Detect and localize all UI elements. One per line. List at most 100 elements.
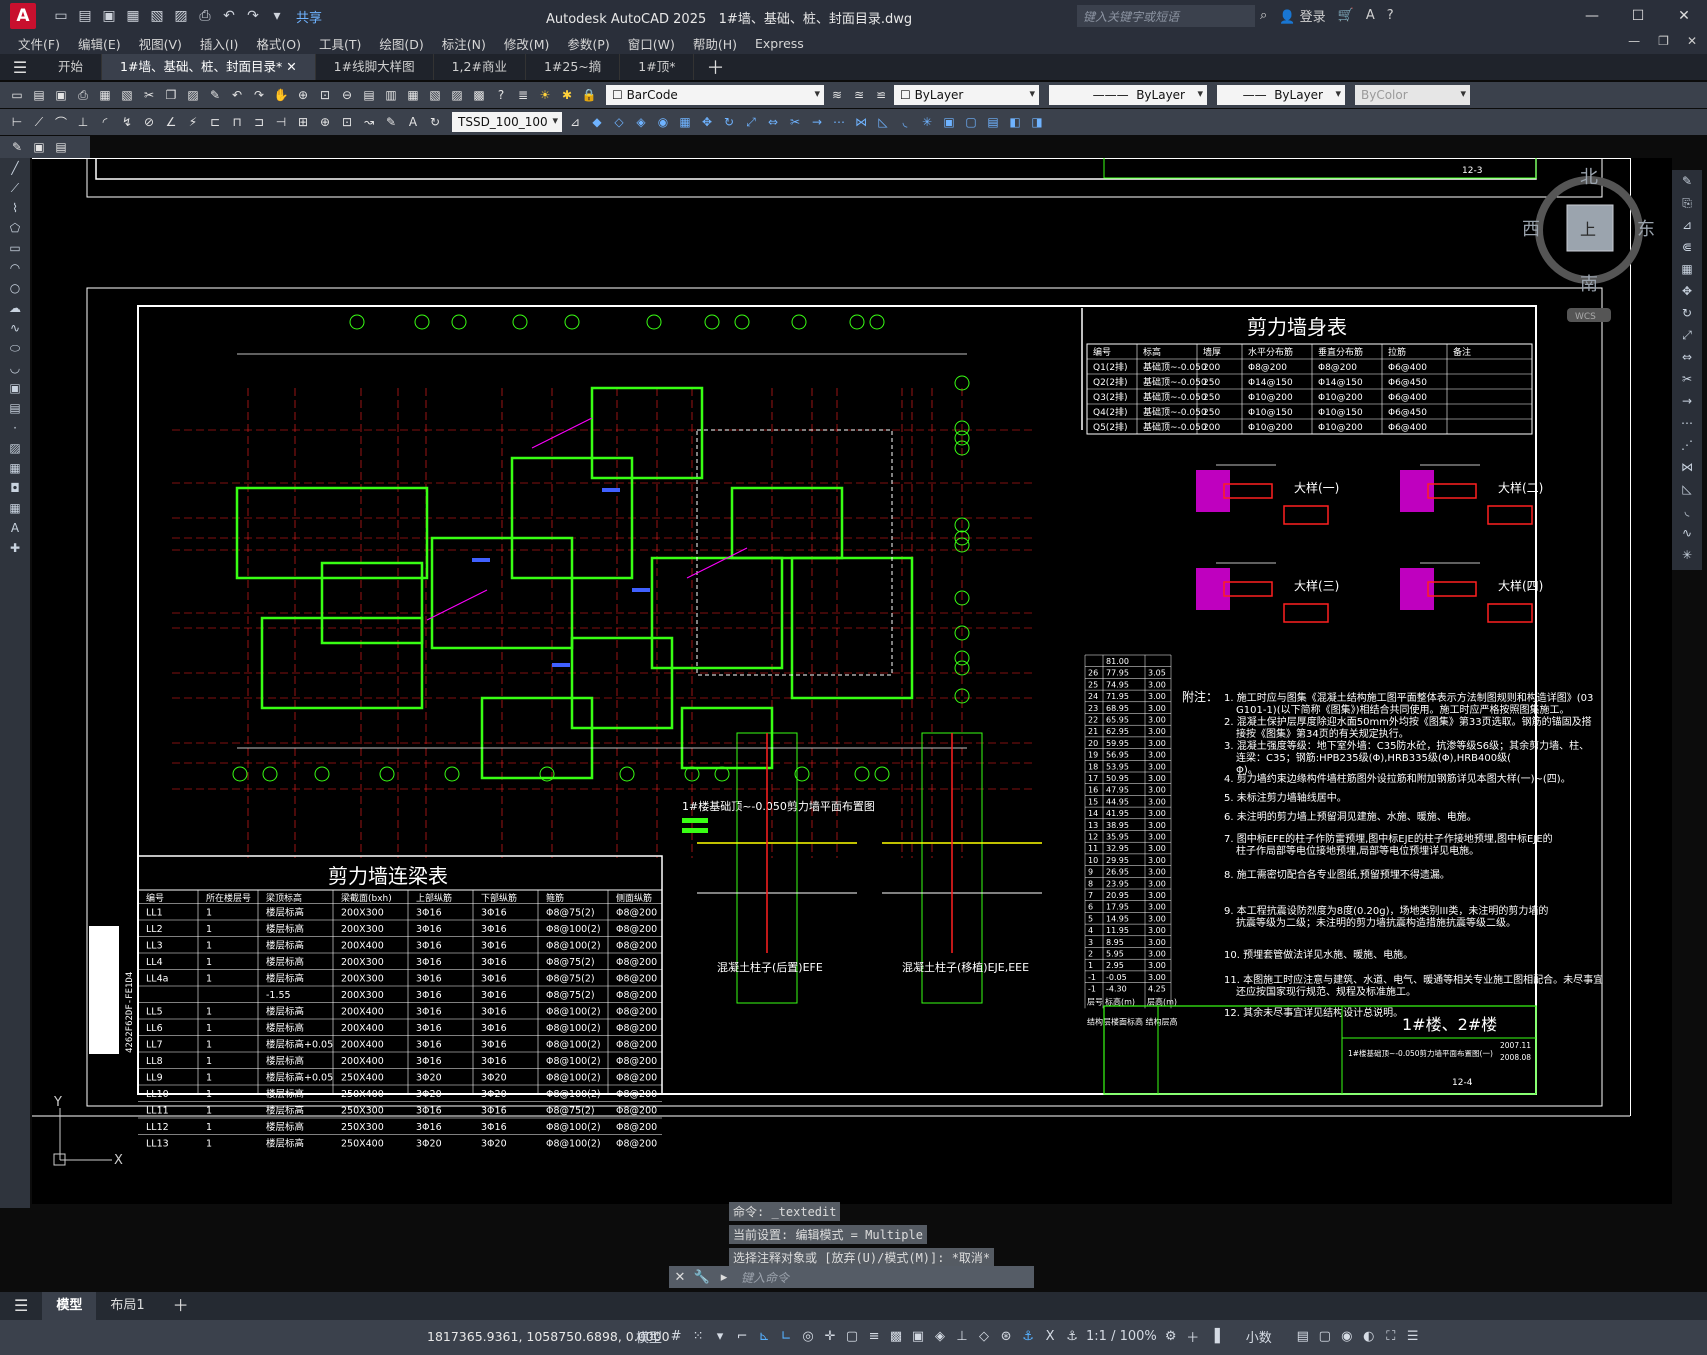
doc-restore-button[interactable]: ❐ bbox=[1658, 34, 1669, 48]
infer-constraints-icon[interactable]: ▾ bbox=[712, 1329, 728, 1344]
menu-help[interactable]: 帮助(H) bbox=[693, 34, 737, 53]
break-icon[interactable]: ⋯ bbox=[830, 113, 848, 131]
break-icon[interactable]: ⋰ bbox=[1672, 434, 1702, 456]
plotstyle-dropdown[interactable]: ByColor bbox=[1355, 85, 1470, 105]
object-snap-tracking-icon[interactable]: ✛ bbox=[822, 1329, 838, 1344]
menu-view[interactable]: 视图(V) bbox=[139, 34, 182, 53]
auto-scale-icon[interactable]: Ⅹ bbox=[1042, 1329, 1058, 1344]
tab-drawing-3[interactable]: 1,2#商业 bbox=[434, 54, 526, 80]
copy-obj-icon[interactable]: ◇ bbox=[610, 113, 628, 131]
tolerance-icon[interactable]: ⊞ bbox=[294, 113, 312, 131]
move-icon[interactable]: ✥ bbox=[698, 113, 716, 131]
group-icon[interactable]: ▣ bbox=[940, 113, 958, 131]
markup-icon[interactable]: ▨ bbox=[448, 86, 466, 104]
revcloud-icon[interactable]: ☁ bbox=[0, 298, 30, 318]
drawing-canvas[interactable]: 12-3 剪力墙身表 编号 标高 墙厚 水平分布筋 垂直分布筋 拉筋 备注 Q1(2排) 基础顶~… bbox=[32, 158, 1672, 1204]
jogged-linear-icon[interactable]: ↝ bbox=[360, 113, 378, 131]
redo-icon[interactable]: ↷ bbox=[244, 8, 262, 24]
spline-icon[interactable]: ∿ bbox=[0, 318, 30, 338]
make-block-icon[interactable]: ▤ bbox=[0, 398, 30, 418]
line-icon[interactable]: ╱ bbox=[0, 158, 30, 178]
layer-lock-icon[interactable]: 🔒 bbox=[580, 86, 598, 104]
extend-icon[interactable]: → bbox=[808, 113, 826, 131]
chamfer-icon[interactable]: ◺ bbox=[874, 113, 892, 131]
zoom-realtime-icon[interactable]: ⊕ bbox=[294, 86, 312, 104]
selection-cycling-icon[interactable]: ▣ bbox=[910, 1329, 926, 1344]
lineweight-icon[interactable]: ≡ bbox=[866, 1329, 882, 1344]
dim-break-icon[interactable]: ⊣ bbox=[272, 113, 290, 131]
viewcube[interactable]: 上 北 南 西 东 WCS bbox=[1522, 167, 1655, 322]
array-icon[interactable]: ▦ bbox=[676, 113, 694, 131]
layer-properties-icon[interactable]: ≣ bbox=[514, 86, 532, 104]
customization-icon[interactable]: ☰ bbox=[1405, 1329, 1421, 1344]
plot-icon[interactable]: ⎙ bbox=[196, 8, 214, 24]
aligned-dim-icon[interactable]: ⟋ bbox=[30, 113, 48, 131]
ungroup-icon[interactable]: ▢ bbox=[962, 113, 980, 131]
color-dropdown[interactable]: ☐ ByLayer bbox=[894, 85, 1039, 105]
mtext-icon[interactable]: A bbox=[0, 518, 30, 538]
plot-icon[interactable]: ⎙ bbox=[74, 86, 92, 104]
match-properties-icon[interactable]: ✎ bbox=[206, 86, 224, 104]
open-icon[interactable]: ▤ bbox=[76, 8, 94, 24]
layer-previous-icon[interactable]: ≊ bbox=[850, 86, 868, 104]
clean-screen-icon[interactable]: ⛶ bbox=[1383, 1329, 1399, 1344]
viewcube-west[interactable]: 西 bbox=[1522, 219, 1540, 240]
chamfer-icon[interactable]: ◺ bbox=[1672, 478, 1702, 500]
menu-format[interactable]: 格式(O) bbox=[256, 34, 301, 53]
lineweight-dropdown[interactable]: —— ByLayer bbox=[1217, 85, 1345, 105]
inspection-icon[interactable]: ⊡ bbox=[338, 113, 356, 131]
add-layout-button[interactable]: ＋ bbox=[159, 1292, 203, 1320]
save-icon[interactable]: ▣ bbox=[100, 8, 118, 24]
web-open-icon[interactable]: ▧ bbox=[148, 8, 166, 24]
isodraft-icon[interactable]: ◎ bbox=[800, 1329, 816, 1344]
command-customize-icon[interactable]: 🔧 bbox=[691, 1270, 713, 1285]
model-space-button[interactable]: 模型 bbox=[636, 1327, 662, 1346]
undo-icon[interactable]: ↶ bbox=[220, 8, 238, 24]
ordinate-dim-icon[interactable]: ⊥ bbox=[74, 113, 92, 131]
dynamic-ucs-icon[interactable]: ⊥ bbox=[954, 1329, 970, 1344]
polygon-icon[interactable]: ⬠ bbox=[0, 218, 30, 238]
login-button[interactable]: 👤 登录 bbox=[1279, 6, 1325, 25]
break-point-icon[interactable]: ⋯ bbox=[1672, 412, 1702, 434]
tab-drawing-2[interactable]: 1#线脚大样图 bbox=[316, 54, 434, 80]
center-mark-icon[interactable]: ⊕ bbox=[316, 113, 334, 131]
share-button[interactable]: 共享 bbox=[296, 7, 322, 26]
copy-icon[interactable]: ⎘ bbox=[1672, 192, 1702, 214]
doc-close-button[interactable]: ✕ bbox=[1687, 34, 1697, 48]
explode-icon[interactable]: ✳ bbox=[1672, 544, 1702, 566]
search-input[interactable]: 键入关键字或短语 bbox=[1077, 5, 1255, 27]
autodesk-app-icon[interactable]: A bbox=[1366, 8, 1375, 23]
offset-icon[interactable]: ◉ bbox=[654, 113, 672, 131]
3d-osnap-icon[interactable]: ◈ bbox=[932, 1329, 948, 1344]
maximize-button[interactable]: ☐ bbox=[1615, 0, 1661, 32]
angular-dim-icon[interactable]: ∠ bbox=[162, 113, 180, 131]
layout-menu-icon[interactable]: ☰ bbox=[0, 1292, 42, 1320]
menu-express[interactable]: Express bbox=[755, 36, 804, 51]
command-close-icon[interactable]: ✕ bbox=[669, 1270, 691, 1285]
linetype-dropdown[interactable]: ——— ByLayer bbox=[1049, 85, 1207, 105]
gizmo-icon[interactable]: ⊛ bbox=[998, 1329, 1014, 1344]
quick-properties-icon[interactable]: ▤ bbox=[1295, 1329, 1311, 1344]
stretch-icon[interactable]: ⇔ bbox=[764, 113, 782, 131]
qnew-icon[interactable]: ▭ bbox=[8, 86, 26, 104]
zoom-window-icon[interactable]: ⊡ bbox=[316, 86, 334, 104]
dim-update-icon[interactable]: ↻ bbox=[426, 113, 444, 131]
arc-icon[interactable]: ◠ bbox=[0, 258, 30, 278]
new-tab-button[interactable]: ＋ bbox=[706, 54, 724, 80]
diameter-dim-icon[interactable]: ⊘ bbox=[140, 113, 158, 131]
tab-close-icon[interactable]: ✕ bbox=[286, 59, 296, 74]
copy-icon[interactable]: ❐ bbox=[162, 86, 180, 104]
close-button[interactable]: ✕ bbox=[1661, 0, 1707, 32]
table-icon[interactable]: ▦ bbox=[0, 498, 30, 518]
mirror-icon[interactable]: ◈ bbox=[632, 113, 650, 131]
calculator-icon[interactable]: ▩ bbox=[470, 86, 488, 104]
dim-space-icon[interactable]: ⊐ bbox=[250, 113, 268, 131]
measure-icon[interactable]: ◨ bbox=[1028, 113, 1046, 131]
menu-tools[interactable]: 工具(T) bbox=[319, 34, 361, 53]
rectangle-icon[interactable]: ▭ bbox=[0, 238, 30, 258]
blend-icon[interactable]: ∿ bbox=[1672, 522, 1702, 544]
redo-icon[interactable]: ↷ bbox=[250, 86, 268, 104]
sheet-set-icon[interactable]: ▧ bbox=[426, 86, 444, 104]
fillet-icon[interactable]: ◟ bbox=[1672, 500, 1702, 522]
paste-icon[interactable]: ▨ bbox=[184, 86, 202, 104]
